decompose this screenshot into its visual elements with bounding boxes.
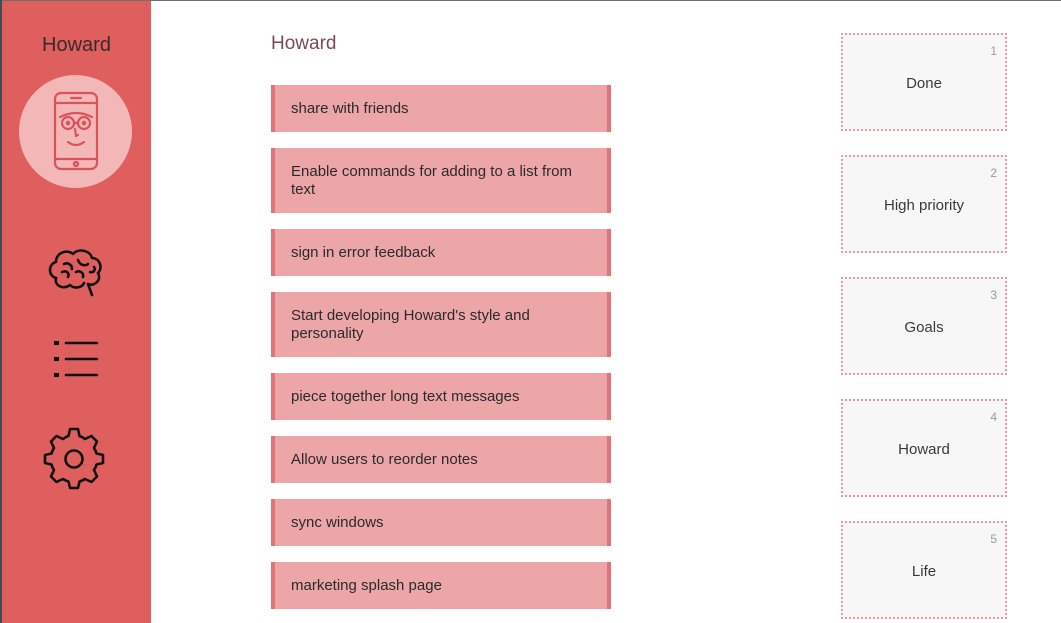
list-card[interactable]: 4 Howard xyxy=(841,399,1007,497)
avatar[interactable] xyxy=(19,75,132,188)
window-top-border xyxy=(0,0,1061,1)
note-item[interactable]: sync windows xyxy=(271,499,611,546)
page-title: Howard xyxy=(271,33,337,54)
list-name: Howard xyxy=(898,441,950,458)
list-number: 2 xyxy=(990,166,997,180)
note-text: sync windows xyxy=(291,513,384,531)
note-item[interactable]: marketing splash page xyxy=(271,562,611,609)
list-number: 5 xyxy=(990,532,997,546)
list-icon xyxy=(54,341,99,377)
note-text: marketing splash page xyxy=(291,576,442,594)
gear-icon xyxy=(43,427,105,490)
list-number: 1 xyxy=(990,44,997,58)
list-card[interactable]: 2 High priority xyxy=(841,155,1007,253)
brain-icon xyxy=(48,249,102,297)
list-name: Goals xyxy=(904,319,944,336)
nav-settings-button[interactable] xyxy=(42,427,106,491)
nav-brain-button[interactable] xyxy=(42,240,106,304)
note-item[interactable]: Allow users to reorder notes xyxy=(271,436,611,483)
app-title: Howard xyxy=(42,34,111,56)
note-text: Enable commands for adding to a list fro… xyxy=(291,162,572,198)
note-item[interactable]: sign in error feedback xyxy=(271,229,611,276)
list-card[interactable]: 3 Goals xyxy=(841,277,1007,375)
sidebar: Howard xyxy=(2,1,151,623)
list-card[interactable]: 1 Done xyxy=(841,33,1007,131)
list-name: Life xyxy=(911,563,937,580)
note-text: sign in error feedback xyxy=(291,243,436,261)
list-card[interactable]: 5 Life xyxy=(841,521,1007,619)
nav-list-button[interactable] xyxy=(42,327,106,391)
note-item[interactable]: share with friends xyxy=(271,85,611,132)
list-number: 4 xyxy=(990,410,997,424)
note-text: share with friends xyxy=(291,99,409,117)
list-name: Done xyxy=(906,75,942,92)
list-name: High priority xyxy=(883,197,965,214)
note-text: Allow users to reorder notes xyxy=(291,450,478,468)
note-text: piece together long text messages xyxy=(291,387,520,405)
note-text: Start developing Howard's style and pers… xyxy=(291,306,530,342)
note-item[interactable]: Enable commands for adding to a list fro… xyxy=(271,148,611,213)
list-number: 3 xyxy=(990,288,997,302)
note-item[interactable]: Start developing Howard's style and pers… xyxy=(271,292,611,357)
phone-face-icon xyxy=(53,91,99,171)
note-item[interactable]: piece together long text messages xyxy=(271,373,611,420)
